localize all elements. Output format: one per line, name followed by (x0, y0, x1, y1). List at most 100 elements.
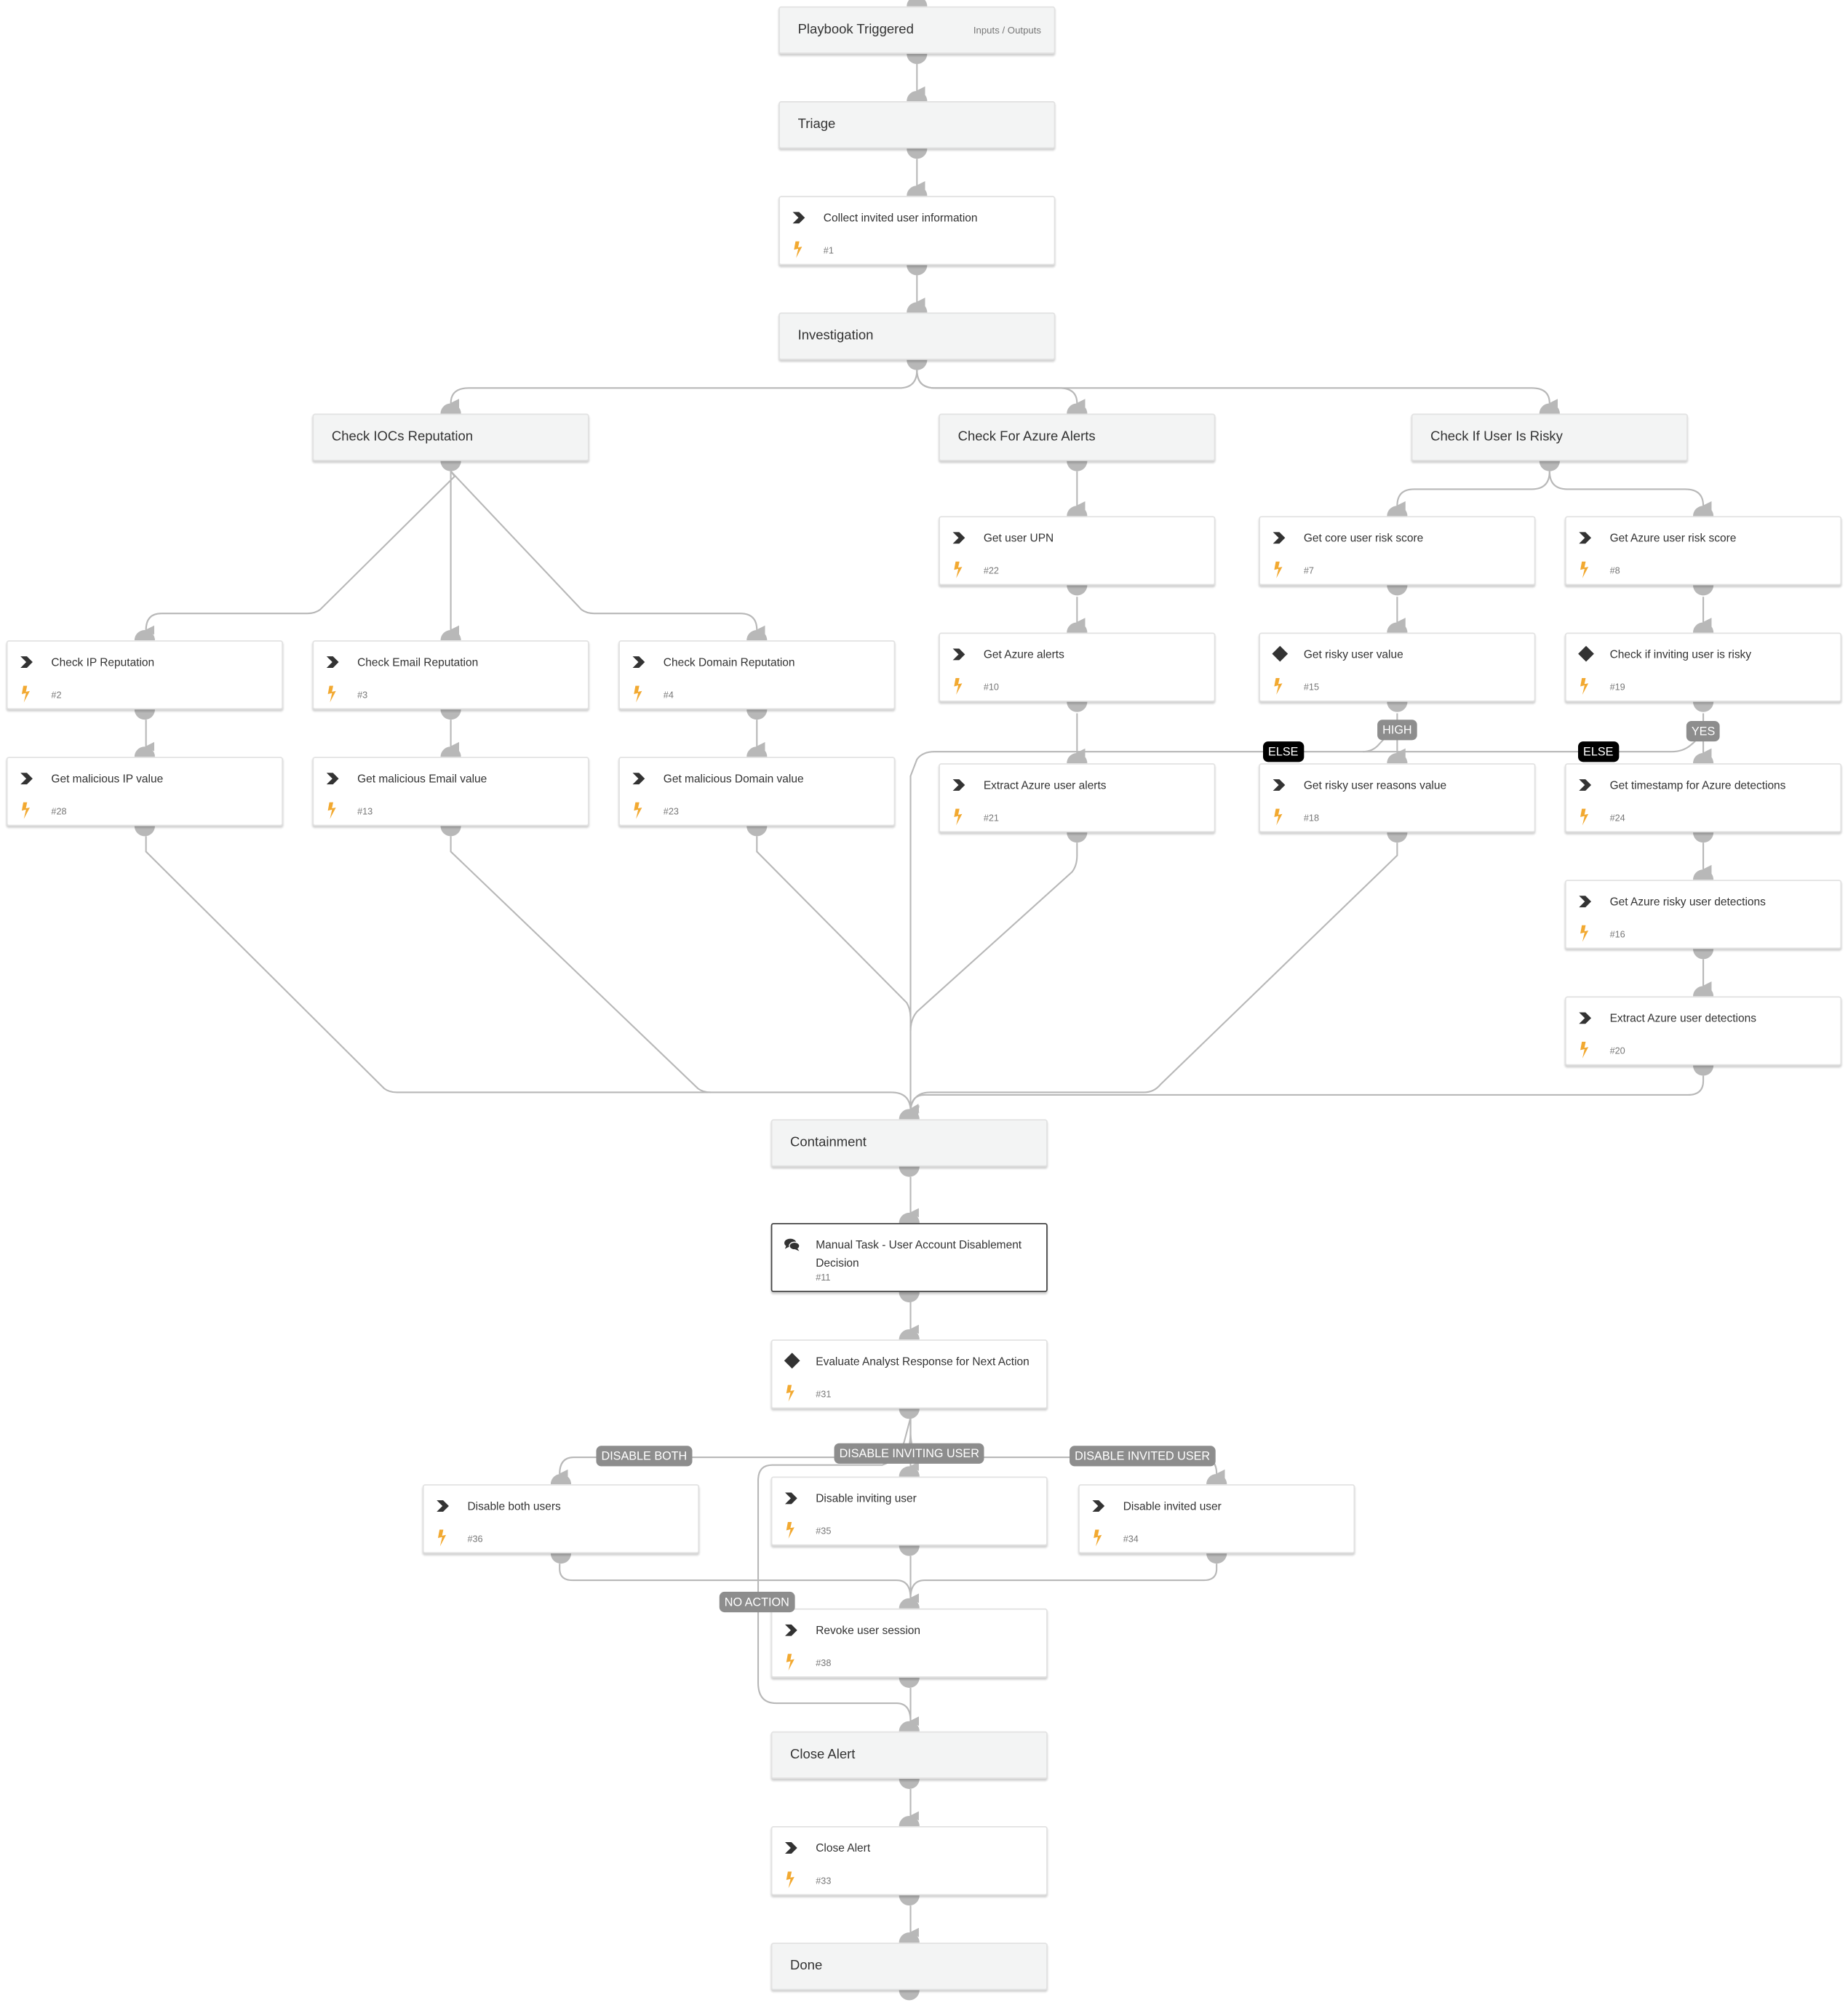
task-get-azure-alerts[interactable]: Get Azure alerts #10 (939, 632, 1216, 702)
section-title: Investigation (797, 327, 874, 343)
automation-bolt-icon (633, 802, 643, 820)
automation-bolt-icon (953, 677, 963, 696)
edge-invited-revoke (909, 1563, 1218, 1603)
task-label: Disable invited user (1123, 1499, 1222, 1513)
task-close-alert[interactable]: Close Alert #33 (770, 1826, 1048, 1896)
task-extract-azure-user-detections[interactable]: Extract Azure user detections #20 (1564, 996, 1842, 1066)
playbook-chevron-icon (632, 653, 647, 669)
task-get-risky-user-value[interactable]: Get risky user value #15 (1259, 632, 1536, 702)
task-number: #11 (816, 1271, 831, 1283)
section-done[interactable]: Done (770, 1943, 1048, 1991)
task-evaluate-analyst-response[interactable]: Evaluate Analyst Response for Next Actio… (770, 1339, 1048, 1409)
automation-bolt-icon (785, 1385, 795, 1403)
branch-label-high[interactable]: HIGH (1377, 720, 1417, 741)
task-get-timestamp-azure-detections[interactable]: Get timestamp for Azure detections #24 (1564, 763, 1842, 833)
task-manual-disablement-decision[interactable]: Manual Task - User Account Disablement D… (770, 1222, 1048, 1293)
section-containment[interactable]: Containment (770, 1119, 1048, 1167)
condition-diamond-icon (784, 1352, 800, 1369)
task-label: Check Email Reputation (357, 656, 479, 669)
task-check-inviting-user-risky[interactable]: Check if inviting user is risky #19 (1564, 632, 1842, 702)
playbook-chevron-icon (1578, 893, 1593, 908)
edge-risky-azurerisk (1548, 471, 1712, 511)
edge-reasons-containment (909, 842, 1398, 1115)
edge-maldomain-containment (756, 836, 912, 1019)
task-check-email-reputation[interactable]: Check Email Reputation #3 (312, 640, 589, 710)
section-title: Check For Azure Alerts (957, 429, 1096, 445)
edge-risky-core (1396, 471, 1550, 511)
playbook-chevron-icon (952, 645, 967, 661)
task-number: #35 (816, 1525, 832, 1537)
condition-diamond-icon (1578, 645, 1594, 662)
input-port[interactable] (907, 0, 928, 7)
task-collect-invited-user-info[interactable]: Collect invited user information #1 (778, 196, 1056, 266)
automation-bolt-icon (327, 802, 337, 820)
section-triage[interactable]: Triage (778, 101, 1056, 149)
playbook-chevron-icon (19, 770, 34, 785)
section-check-user-risky[interactable]: Check If User Is Risky (1411, 413, 1688, 461)
edge-iocs-domain (450, 471, 765, 635)
task-get-azure-risky-user-detections[interactable]: Get Azure risky user detections #16 (1564, 880, 1842, 949)
task-number: #3 (357, 688, 368, 701)
task-get-malicious-domain[interactable]: Get malicious Domain value #23 (618, 757, 896, 826)
playbook-chevron-icon (952, 529, 967, 544)
branch-label-else[interactable]: ELSE (1578, 741, 1619, 762)
automation-bolt-icon (1092, 1529, 1102, 1547)
task-label: Evaluate Analyst Response for Next Actio… (816, 1355, 1029, 1368)
task-number: #19 (1609, 681, 1625, 693)
task-label: Get risky user reasons value (1303, 778, 1447, 792)
automation-bolt-icon (953, 561, 963, 579)
branch-label-disable-both[interactable]: DISABLE BOTH (596, 1446, 693, 1467)
chat-bubbles-icon (784, 1236, 800, 1251)
task-get-risky-user-reasons[interactable]: Get risky user reasons value #18 (1259, 763, 1536, 833)
automation-bolt-icon (785, 1653, 795, 1671)
branch-label-no-action[interactable]: NO ACTION (719, 1591, 794, 1613)
task-label: Get risky user value (1303, 648, 1403, 661)
task-label: Get malicious Email value (357, 772, 487, 786)
section-close-alert[interactable]: Close Alert (770, 1731, 1048, 1779)
playbook-chevron-icon (19, 653, 34, 669)
task-check-domain-reputation[interactable]: Check Domain Reputation #4 (618, 640, 896, 710)
branch-label-yes[interactable]: YES (1686, 720, 1721, 742)
playbook-chevron-icon (435, 1497, 450, 1513)
playbook-canvas[interactable]: Playbook Triggered Inputs / Outputs Tria… (0, 0, 1848, 2008)
automation-bolt-icon (785, 1521, 795, 1539)
task-label: Check if inviting user is risky (1609, 648, 1752, 661)
section-title: Playbook Triggered (797, 21, 914, 38)
task-label: Extract Azure user detections (1609, 1011, 1756, 1025)
task-get-malicious-ip[interactable]: Get malicious IP value #28 (6, 757, 284, 826)
section-playbook-triggered[interactable]: Playbook Triggered Inputs / Outputs (778, 6, 1056, 54)
task-check-ip-reputation[interactable]: Check IP Reputation #2 (6, 640, 284, 710)
task-disable-both-users[interactable]: Disable both users #36 (422, 1484, 700, 1554)
edge-investigation-iocs (450, 370, 918, 408)
section-check-iocs-reputation[interactable]: Check IOCs Reputation (312, 413, 589, 461)
task-number: #28 (51, 805, 67, 818)
task-get-user-upn[interactable]: Get user UPN #22 (939, 516, 1216, 586)
automation-bolt-icon (1273, 808, 1283, 826)
task-number: #20 (1609, 1045, 1625, 1057)
section-check-azure-alerts[interactable]: Check For Azure Alerts (939, 413, 1216, 461)
edge-extract-containment (909, 842, 1078, 1031)
inputs-outputs-link[interactable]: Inputs / Outputs (973, 24, 1041, 36)
task-extract-azure-user-alerts[interactable]: Extract Azure user alerts #21 (939, 763, 1216, 833)
task-label: Get core user risk score (1303, 531, 1424, 545)
task-disable-invited-user[interactable]: Disable invited user #34 (1078, 1484, 1355, 1554)
task-disable-inviting-user[interactable]: Disable inviting user #35 (770, 1476, 1048, 1546)
task-label: Extract Azure user alerts (983, 778, 1107, 792)
branch-label-disable-inviting-user[interactable]: DISABLE INVITING USER (834, 1443, 984, 1464)
task-number: #24 (1609, 811, 1625, 824)
task-number: #8 (1609, 565, 1620, 577)
section-title: Containment (790, 1134, 867, 1150)
task-number: #13 (357, 805, 373, 818)
playbook-chevron-icon (1578, 776, 1593, 792)
task-get-malicious-email[interactable]: Get malicious Email value #13 (312, 757, 589, 826)
task-revoke-user-session[interactable]: Revoke user session #38 (770, 1608, 1048, 1678)
section-title: Check If User Is Risky (1430, 429, 1563, 445)
section-investigation[interactable]: Investigation (778, 312, 1056, 360)
task-get-azure-user-risk-score[interactable]: Get Azure user risk score #8 (1564, 516, 1842, 586)
task-get-core-user-risk-score[interactable]: Get core user risk score #7 (1259, 516, 1536, 586)
section-title: Done (790, 1958, 823, 1974)
task-number: #22 (983, 565, 999, 577)
branch-label-disable-invited-user[interactable]: DISABLE INVITED USER (1070, 1446, 1216, 1467)
branch-label-else[interactable]: ELSE (1262, 741, 1304, 762)
task-number: #33 (816, 1874, 832, 1887)
